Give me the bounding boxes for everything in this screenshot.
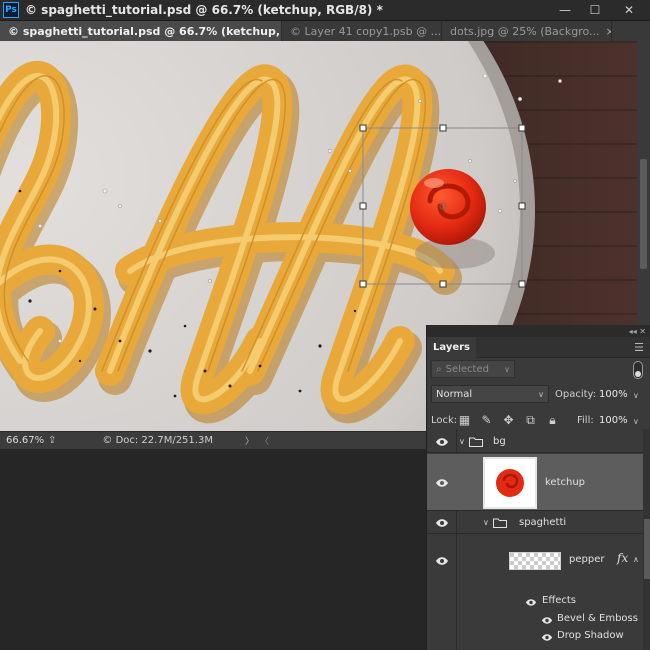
tab-label: dots.jpg @ 25% (Backgro... [450, 24, 600, 38]
blend-mode-select[interactable]: Normal ∨ [431, 385, 549, 403]
layer-row-bg[interactable]: ∨ bg [427, 431, 643, 453]
search-icon: ⌕ [436, 363, 442, 375]
tab-spaghetti-tutorial[interactable]: © spaghetti_tutorial.psd @ 66.7% (ketchu… [0, 21, 282, 41]
panel-header: Layers ☰ [427, 336, 650, 358]
blend-mode-value: Normal [436, 388, 473, 400]
layers-scrollbar[interactable] [643, 429, 650, 650]
visibility-eye-icon[interactable] [541, 632, 553, 645]
tab-dots-jpg[interactable]: dots.jpg @ 25% (Backgro... × [442, 21, 612, 41]
opacity-chevron-icon[interactable]: ∨ [633, 391, 639, 400]
maximize-button[interactable]: ☐ [578, 0, 612, 20]
effect-label: Drop Shadow [557, 630, 624, 641]
visibility-eye-icon[interactable] [435, 437, 449, 447]
chevron-down-icon: ∨ [504, 364, 510, 374]
share-icon[interactable]: ⇪ [48, 435, 56, 446]
doc-size: © Doc: 22.7M/251.3M [102, 435, 213, 446]
filter-placeholder: Selected [445, 363, 489, 375]
layer-name[interactable]: bg [493, 436, 506, 447]
visibility-eye-icon[interactable] [435, 518, 449, 528]
layer-name[interactable]: spaghetti [519, 517, 566, 528]
minimize-button[interactable]: — [548, 0, 582, 20]
window-title: © spaghetti_tutorial.psd @ 66.7% (ketchu… [25, 3, 383, 17]
folder-icon [493, 518, 507, 528]
status-menu-arrow-icon[interactable]: 〉 [245, 434, 254, 447]
visibility-eye-icon[interactable] [435, 556, 449, 566]
fx-icon[interactable]: fx [617, 551, 628, 565]
layer-name[interactable]: pepper [569, 554, 604, 565]
scrollbar-thumb[interactable] [644, 519, 650, 579]
chevron-down-icon[interactable]: ∨ [459, 437, 465, 446]
layer-row-ketchup[interactable]: ketchup [427, 454, 643, 511]
zoom-level[interactable]: 66.67% [0, 435, 44, 446]
chevron-down-icon[interactable]: ∨ [483, 518, 489, 527]
title-bar: Ps © spaghetti_tutorial.psd @ 66.7% (ket… [0, 0, 650, 21]
fill-value[interactable]: 100% [599, 415, 628, 426]
layer-name[interactable]: ketchup [545, 477, 585, 488]
opacity-value[interactable]: 100% [599, 389, 628, 400]
scroll-left-icon[interactable]: 〈 [260, 434, 269, 447]
status-bar: 66.67% ⇪ © Doc: 22.7M/251.3M 〉 〈 [0, 431, 426, 449]
chevron-up-icon[interactable]: ∧ [633, 555, 639, 564]
lock-all-icon[interactable]: 🔒︎ [545, 413, 560, 428]
layer-thumbnail [509, 552, 561, 570]
tab-layer-41-copy[interactable]: © Layer 41 copy1.psb @ ... × [282, 21, 442, 41]
lock-artboard-icon[interactable]: ⧉ [523, 413, 538, 428]
tab-layers[interactable]: Layers [427, 336, 476, 358]
visibility-eye-icon[interactable] [435, 478, 449, 488]
effect-bevel-emboss[interactable]: Bevel & Emboss [541, 613, 641, 627]
close-window-button[interactable]: ✕ [612, 0, 646, 20]
layer-row-spaghetti[interactable]: ∨ spaghetti [427, 512, 643, 534]
tab-label: © spaghetti_tutorial.psd @ 66.7% (ketchu… [8, 24, 281, 38]
layer-thumbnail [483, 457, 537, 509]
collapse-icon[interactable]: ◂◂ ✕ [629, 327, 646, 336]
panel-menu-icon[interactable]: ☰ [634, 341, 644, 354]
fill-chevron-icon[interactable]: ∨ [633, 417, 639, 426]
photoshop-logo-icon: Ps [3, 2, 19, 18]
layers-panel: ◂◂ ✕ Layers ☰ ⌕ Selected ∨ Normal ∨ Opac… [426, 325, 650, 650]
lock-position-icon[interactable]: ✥ [501, 413, 516, 428]
lock-transparent-icon[interactable]: ▦ [457, 413, 472, 428]
visibility-eye-icon[interactable] [525, 597, 537, 610]
tab-label: © Layer 41 copy1.psb @ ... [290, 24, 442, 38]
panel-collapse-bar[interactable]: ◂◂ ✕ [427, 325, 650, 337]
lock-paint-icon[interactable]: ✎ [479, 413, 494, 428]
effect-drop-shadow[interactable]: Drop Shadow [541, 630, 641, 644]
tab-close-icon[interactable]: × [606, 25, 612, 38]
filter-toggle[interactable] [633, 361, 643, 379]
document-tab-bar: © spaghetti_tutorial.psd @ 66.7% (ketchu… [0, 21, 650, 41]
folder-icon [469, 437, 483, 447]
layer-row-pepper[interactable]: pepper fx ∧ [427, 535, 643, 585]
fill-label: Fill: [577, 415, 594, 426]
lock-controls: ▦ ✎ ✥ ⧉ 🔒︎ [457, 413, 560, 428]
layer-filter-select[interactable]: ⌕ Selected ∨ [431, 360, 515, 378]
opacity-label: Opacity: [555, 389, 597, 400]
effect-label: Bevel & Emboss [557, 613, 638, 624]
scrollbar-thumb[interactable] [640, 159, 647, 269]
lock-label: Lock: [431, 415, 458, 426]
chevron-down-icon: ∨ [538, 389, 544, 399]
effects-label: Effects [542, 595, 576, 606]
visibility-eye-icon[interactable] [541, 615, 553, 628]
